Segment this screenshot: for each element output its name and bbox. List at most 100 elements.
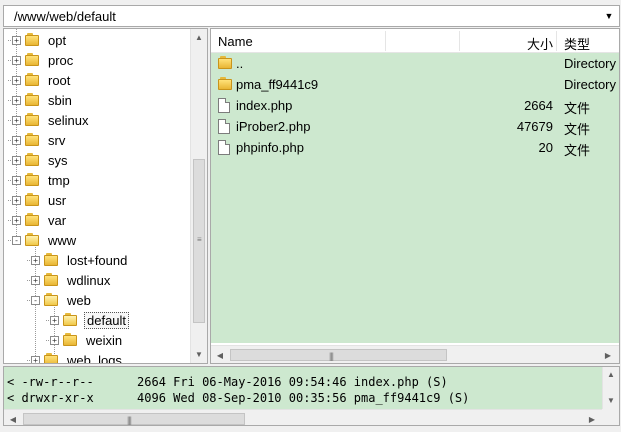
log-vertical-scrollbar[interactable]: ▲ ▼: [602, 367, 619, 409]
expand-icon[interactable]: +: [12, 155, 21, 165]
tree-item-label: srv: [48, 132, 66, 148]
column-header-size[interactable]: 大小: [527, 34, 553, 53]
file-list[interactable]: Name 大小 类型 .. Directory pma_ff9441c9 Direct…: [210, 28, 620, 364]
tree-item-sys[interactable]: + sys: [12, 150, 70, 170]
file-row[interactable]: index.php 2664 文件: [211, 95, 619, 116]
expand-icon[interactable]: +: [12, 95, 21, 105]
tree-item-proc[interactable]: + proc: [12, 50, 75, 70]
folder-icon: [218, 56, 234, 73]
tree-item-wdlinux[interactable]: + wdlinux: [31, 270, 112, 290]
file-size: 20: [538, 140, 553, 155]
expand-icon[interactable]: +: [12, 195, 21, 205]
expand-icon[interactable]: +: [12, 175, 21, 185]
scroll-up-icon[interactable]: ▲: [191, 29, 207, 46]
tree-item-label: default: [84, 311, 130, 329]
folder-icon: [25, 233, 41, 247]
folder-icon: [63, 313, 79, 327]
expand-icon[interactable]: +: [31, 255, 40, 265]
folder-icon: [25, 73, 41, 87]
tree-item-root[interactable]: + root: [12, 70, 72, 90]
tree-item-default[interactable]: + default: [50, 310, 130, 330]
scroll-left-icon[interactable]: ◀: [212, 347, 228, 363]
folder-icon: [44, 273, 60, 287]
log-horizontal-scrollbar[interactable]: ◀ ||| ▶: [4, 409, 602, 425]
file-type: Directory: [564, 56, 617, 71]
file-type: Directory: [564, 77, 617, 92]
folder-icon: [44, 293, 60, 307]
log-line: < -rw-r--r-- 2664 Fri 06-May-2016 09:54:…: [7, 375, 448, 389]
tree-item-var[interactable]: + var: [12, 210, 68, 230]
tree-item-opt[interactable]: + opt: [12, 30, 68, 50]
tree-item-srv[interactable]: + srv: [12, 130, 67, 150]
tree-item-label: selinux: [48, 112, 89, 128]
folder-icon: [25, 213, 41, 227]
tree-item-weixin[interactable]: + weixin: [50, 330, 124, 350]
tree-item-web-logs[interactable]: + web_logs: [31, 350, 124, 363]
tree-item-label: www: [48, 232, 77, 248]
column-header-name[interactable]: Name: [218, 34, 253, 49]
expand-icon[interactable]: +: [12, 35, 21, 45]
file-list-horizontal-scrollbar[interactable]: ◀ ||| ▶: [211, 345, 619, 363]
expand-icon[interactable]: +: [12, 55, 21, 65]
scroll-up-icon[interactable]: ▲: [603, 367, 619, 381]
folder-icon: [218, 77, 234, 94]
collapse-icon[interactable]: -: [12, 235, 21, 245]
file-row[interactable]: .. Directory: [211, 53, 619, 74]
tree-item-tmp[interactable]: + tmp: [12, 170, 72, 190]
expand-icon[interactable]: +: [12, 135, 21, 145]
expand-icon[interactable]: +: [50, 315, 59, 325]
expand-icon[interactable]: +: [50, 335, 59, 345]
column-header-type[interactable]: 类型: [564, 34, 590, 53]
chevron-down-icon[interactable]: ▼: [601, 8, 617, 24]
file-name: pma_ff9441c9: [236, 77, 319, 92]
folder-icon: [25, 113, 41, 127]
tree-item-label: usr: [48, 192, 67, 208]
tree-vertical-scrollbar[interactable]: ▲ ≡ ▼: [190, 29, 207, 363]
file-type: 文件: [564, 122, 591, 137]
folder-icon: [25, 93, 41, 107]
scrollbar-thumb[interactable]: ≡: [193, 159, 205, 323]
folder-icon: [44, 253, 60, 267]
tree-item-sbin[interactable]: + sbin: [12, 90, 74, 110]
tree-item-label: sys: [48, 152, 68, 168]
file-name: phpinfo.php: [236, 140, 304, 155]
tree-item-selinux[interactable]: + selinux: [12, 110, 90, 130]
file-row[interactable]: pma_ff9441c9 Directory: [211, 74, 619, 95]
folder-icon: [25, 33, 41, 47]
scroll-down-icon[interactable]: ▼: [191, 346, 207, 363]
expand-icon[interactable]: +: [31, 355, 40, 363]
folder-icon: [25, 153, 41, 167]
directory-tree[interactable]: + opt + proc + root + sbin + selinux + srv + sys + tmp +…: [3, 28, 208, 364]
tree-item-label: wdlinux: [67, 272, 111, 288]
scrollbar-thumb[interactable]: |||: [23, 413, 245, 425]
tree-item-label: var: [48, 212, 67, 228]
tree-item-label: sbin: [48, 92, 72, 108]
tree-item-www[interactable]: - www: [12, 230, 78, 250]
expand-icon[interactable]: +: [31, 275, 40, 285]
folder-icon: [25, 53, 41, 67]
tree-item-usr[interactable]: + usr: [12, 190, 68, 210]
tree-item-label: opt: [48, 32, 67, 48]
transfer-log[interactable]: < -rw-r--r-- 2664 Fri 06-May-2016 09:54:…: [3, 366, 620, 426]
scroll-right-icon[interactable]: ▶: [584, 411, 600, 425]
tree-item-lost-found[interactable]: + lost+found: [31, 250, 129, 270]
folder-icon: [44, 353, 60, 363]
expand-icon[interactable]: +: [12, 75, 21, 85]
file-row[interactable]: iProber2.php 47679 文件: [211, 116, 619, 137]
tree-item-web[interactable]: - web: [31, 290, 93, 310]
file-row[interactable]: phpinfo.php 20 文件: [211, 137, 619, 158]
folder-icon: [25, 133, 41, 147]
scroll-left-icon[interactable]: ◀: [5, 411, 21, 425]
scrollbar-thumb[interactable]: |||: [230, 349, 447, 361]
file-icon: [218, 119, 230, 137]
folder-icon: [25, 193, 41, 207]
tree-item-label: proc: [48, 52, 74, 68]
tree-item-label: root: [48, 72, 71, 88]
path-input[interactable]: /www/web/default: [14, 9, 116, 24]
scroll-down-icon[interactable]: ▼: [603, 393, 619, 407]
path-combobox[interactable]: /www/web/default ▼: [3, 5, 620, 27]
collapse-icon[interactable]: -: [31, 295, 40, 305]
expand-icon[interactable]: +: [12, 115, 21, 125]
scroll-right-icon[interactable]: ▶: [600, 347, 616, 363]
expand-icon[interactable]: +: [12, 215, 21, 225]
